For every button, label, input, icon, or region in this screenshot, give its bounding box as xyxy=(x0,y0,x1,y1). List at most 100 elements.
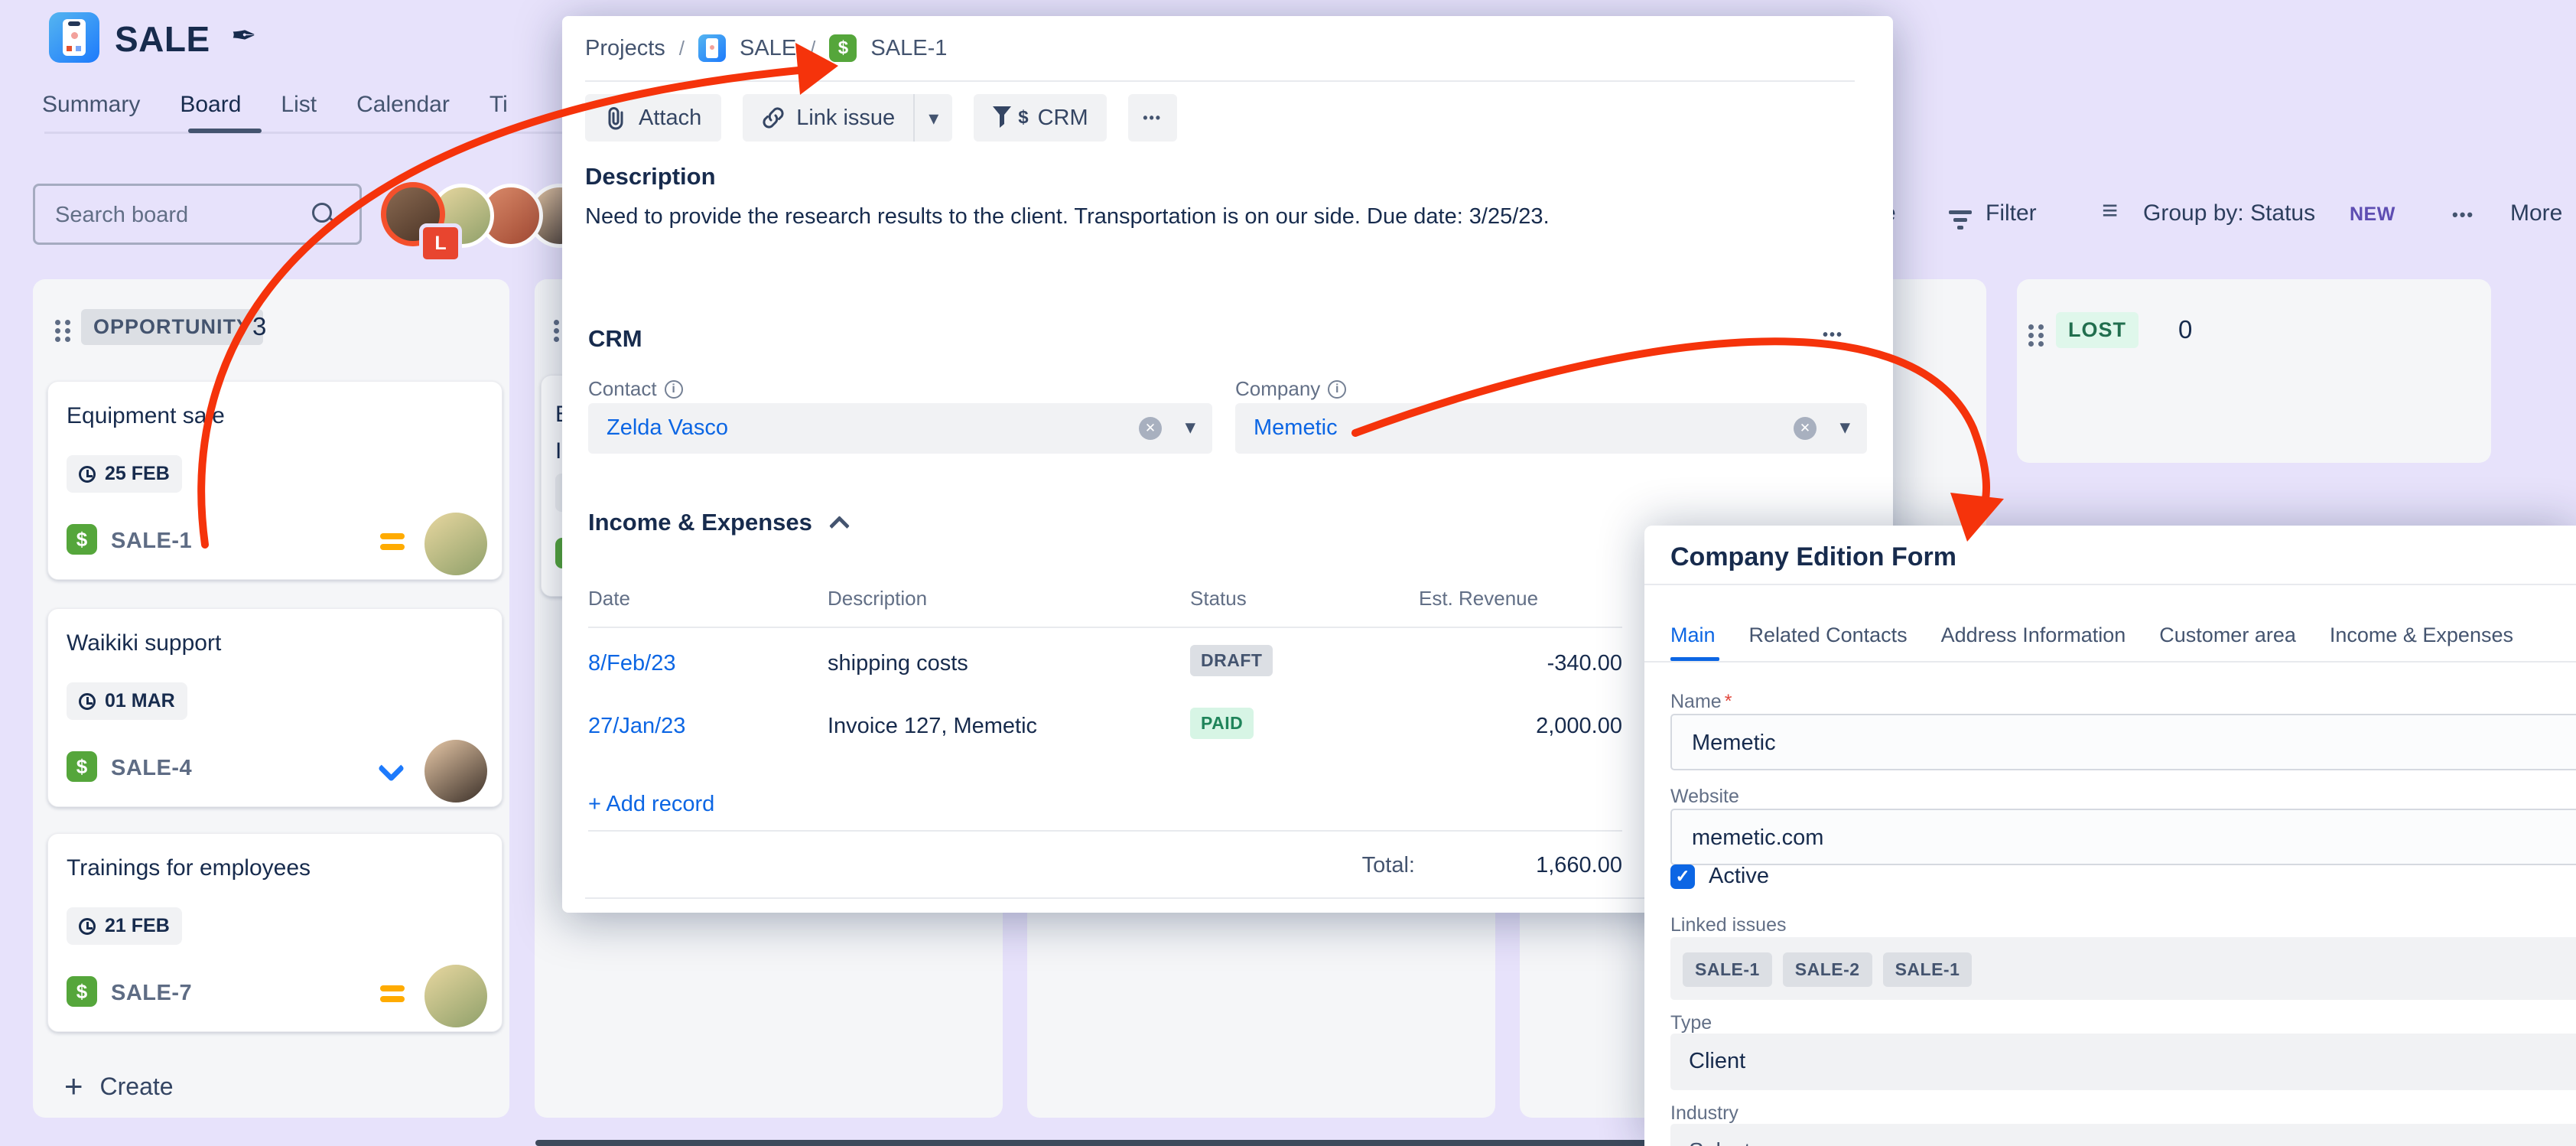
more-ellipsis-icon: ••• xyxy=(1143,110,1162,126)
project-avatar-icon xyxy=(698,34,726,62)
name-field[interactable] xyxy=(1670,714,2576,770)
checkbox-checked-icon[interactable]: ✓ xyxy=(1670,864,1695,889)
contact-value[interactable]: Zelda Vasco xyxy=(607,415,728,441)
linked-issues-field[interactable]: SALE-1 SALE-2 SALE-1 xyxy=(1670,937,2576,1000)
company-select[interactable]: Memetic ✕ ▾ xyxy=(1235,403,1867,454)
issue-key[interactable]: SALE-4 xyxy=(111,756,192,781)
breadcrumb-project[interactable]: SALE xyxy=(740,36,796,61)
linked-issue-pill[interactable]: SALE-1 xyxy=(1883,952,1973,987)
breadcrumb-separator: / xyxy=(810,37,815,60)
plus-icon: + xyxy=(64,1068,83,1105)
assignee-avatar[interactable] xyxy=(421,961,491,1031)
card-title[interactable]: Waikiki support xyxy=(67,630,221,656)
link-issue-split-button: Link issue ▾ xyxy=(743,94,952,142)
due-date: 25 FEB xyxy=(105,463,170,485)
assignee-avatar[interactable] xyxy=(421,736,491,806)
create-issue-button[interactable]: + Create xyxy=(64,1068,174,1105)
search-board-field[interactable] xyxy=(33,184,362,245)
breadcrumb-divider xyxy=(585,80,1855,82)
assignee-avatar[interactable] xyxy=(421,509,491,579)
description-body[interactable]: Need to provide the research results to … xyxy=(585,204,1824,230)
website-field-label: Website xyxy=(1670,786,1739,808)
tab-list[interactable]: List xyxy=(281,92,317,118)
clear-icon[interactable]: ✕ xyxy=(1139,417,1162,440)
name-input[interactable] xyxy=(1690,720,2518,766)
record-date[interactable]: 27/Jan/23 xyxy=(588,714,685,739)
ink-pen-icon[interactable]: ✒ xyxy=(231,18,257,54)
info-icon[interactable]: i xyxy=(665,380,683,399)
search-input[interactable] xyxy=(54,190,309,239)
link-dropdown-chevron-icon[interactable]: ▾ xyxy=(915,106,952,130)
breadcrumb: Projects / SALE / $ SALE-1 xyxy=(585,30,947,67)
due-date: 01 MAR xyxy=(105,690,175,712)
tab-calendar[interactable]: Calendar xyxy=(356,92,450,118)
company-label: Company xyxy=(1235,377,1320,401)
issue-more-button[interactable]: ••• xyxy=(1128,94,1177,142)
board-tabs: Summary Board List Calendar Ti xyxy=(42,92,508,118)
column-drag-handle-icon[interactable] xyxy=(554,320,559,325)
breadcrumb-issue[interactable]: SALE-1 xyxy=(870,36,947,61)
income-section-header[interactable]: Income & Expenses xyxy=(588,509,847,536)
card-sale-7[interactable]: Trainings for employees 21 FEB $ SALE-7 xyxy=(47,833,503,1032)
linked-issue-pill[interactable]: SALE-2 xyxy=(1783,952,1872,987)
company-value[interactable]: Memetic xyxy=(1254,415,1338,441)
tab-timeline-clipped[interactable]: Ti xyxy=(490,92,508,118)
attach-label: Attach xyxy=(639,106,701,131)
website-field[interactable] xyxy=(1670,809,2576,865)
group-by-button[interactable]: Group by: Status xyxy=(2143,200,2315,226)
clock-icon xyxy=(79,918,96,935)
form-tab-address-information[interactable]: Address Information xyxy=(1941,623,2126,647)
name-field-label: Name* xyxy=(1670,691,1732,713)
collapse-chevron-icon[interactable] xyxy=(829,516,850,536)
crm-section-more-button[interactable]: ••• xyxy=(1823,327,1843,344)
chevron-down-icon[interactable]: ▾ xyxy=(1185,415,1195,439)
column-drag-handle-icon[interactable] xyxy=(2028,324,2034,330)
tab-board[interactable]: Board xyxy=(180,92,241,118)
clock-icon xyxy=(79,466,96,483)
card-title[interactable]: Equipment sale xyxy=(67,403,225,429)
column-opportunity-name[interactable]: OPPORTUNITY xyxy=(81,309,263,345)
tab-summary[interactable]: Summary xyxy=(42,92,140,118)
attach-button[interactable]: Attach xyxy=(585,94,721,142)
clear-icon[interactable]: ✕ xyxy=(1794,417,1817,440)
form-tab-income-expenses[interactable]: Income & Expenses xyxy=(2330,623,2513,647)
form-tab-customer-area[interactable]: Customer area xyxy=(2159,623,2296,647)
card-sale-4[interactable]: Waikiki support 01 MAR $ SALE-4 xyxy=(47,608,503,807)
active-checkbox-row[interactable]: ✓ Active xyxy=(1670,864,1769,889)
linked-issues-label: Linked issues xyxy=(1670,914,1786,936)
card-sale-1[interactable]: Equipment sale 25 FEB $ SALE-1 xyxy=(47,381,503,580)
project-logo-sq1 xyxy=(67,46,72,51)
group-by-icon: ≡ xyxy=(2102,194,2118,226)
crm-section-heading: CRM xyxy=(588,325,642,353)
due-date-badge: 01 MAR xyxy=(67,682,187,720)
info-icon[interactable]: i xyxy=(1328,380,1346,399)
more-button[interactable]: More xyxy=(2510,200,2562,226)
type-value: Client xyxy=(1689,1049,1745,1074)
filter-button[interactable]: Filter xyxy=(1986,200,2037,226)
record-date[interactable]: 8/Feb/23 xyxy=(588,651,675,676)
form-tab-related-contacts[interactable]: Related Contacts xyxy=(1749,623,1908,647)
contact-select[interactable]: Zelda Vasco ✕ ▾ xyxy=(588,403,1212,454)
add-record-button[interactable]: + Add record xyxy=(588,792,714,817)
column-drag-handle-icon[interactable] xyxy=(55,320,60,325)
issue-key[interactable]: SALE-7 xyxy=(111,981,192,1006)
link-issue-button[interactable]: Link issue xyxy=(743,106,913,131)
industry-field-label: Industry xyxy=(1670,1102,1738,1125)
industry-select[interactable]: Select xyxy=(1670,1124,2576,1146)
project-logo-bar xyxy=(68,21,80,26)
column-lost-name[interactable]: LOST xyxy=(2056,312,2139,348)
card-title[interactable]: Trainings for employees xyxy=(67,855,311,881)
tabs-divider xyxy=(44,132,562,134)
status-badge: PAID xyxy=(1190,708,1254,739)
form-tab-main[interactable]: Main xyxy=(1670,623,1716,647)
website-input[interactable] xyxy=(1690,815,2518,861)
contact-label: Contact xyxy=(588,377,657,401)
breadcrumb-projects[interactable]: Projects xyxy=(585,36,665,61)
chevron-down-icon[interactable]: ▾ xyxy=(1839,415,1850,439)
company-field-label: Company i xyxy=(1235,377,1346,401)
type-select[interactable]: Client xyxy=(1670,1034,2576,1090)
crm-button[interactable]: $ CRM xyxy=(974,94,1106,142)
issue-key[interactable]: SALE-1 xyxy=(111,529,192,554)
linked-issue-pill[interactable]: SALE-1 xyxy=(1683,952,1772,987)
due-date-badge: 21 FEB xyxy=(67,907,182,945)
